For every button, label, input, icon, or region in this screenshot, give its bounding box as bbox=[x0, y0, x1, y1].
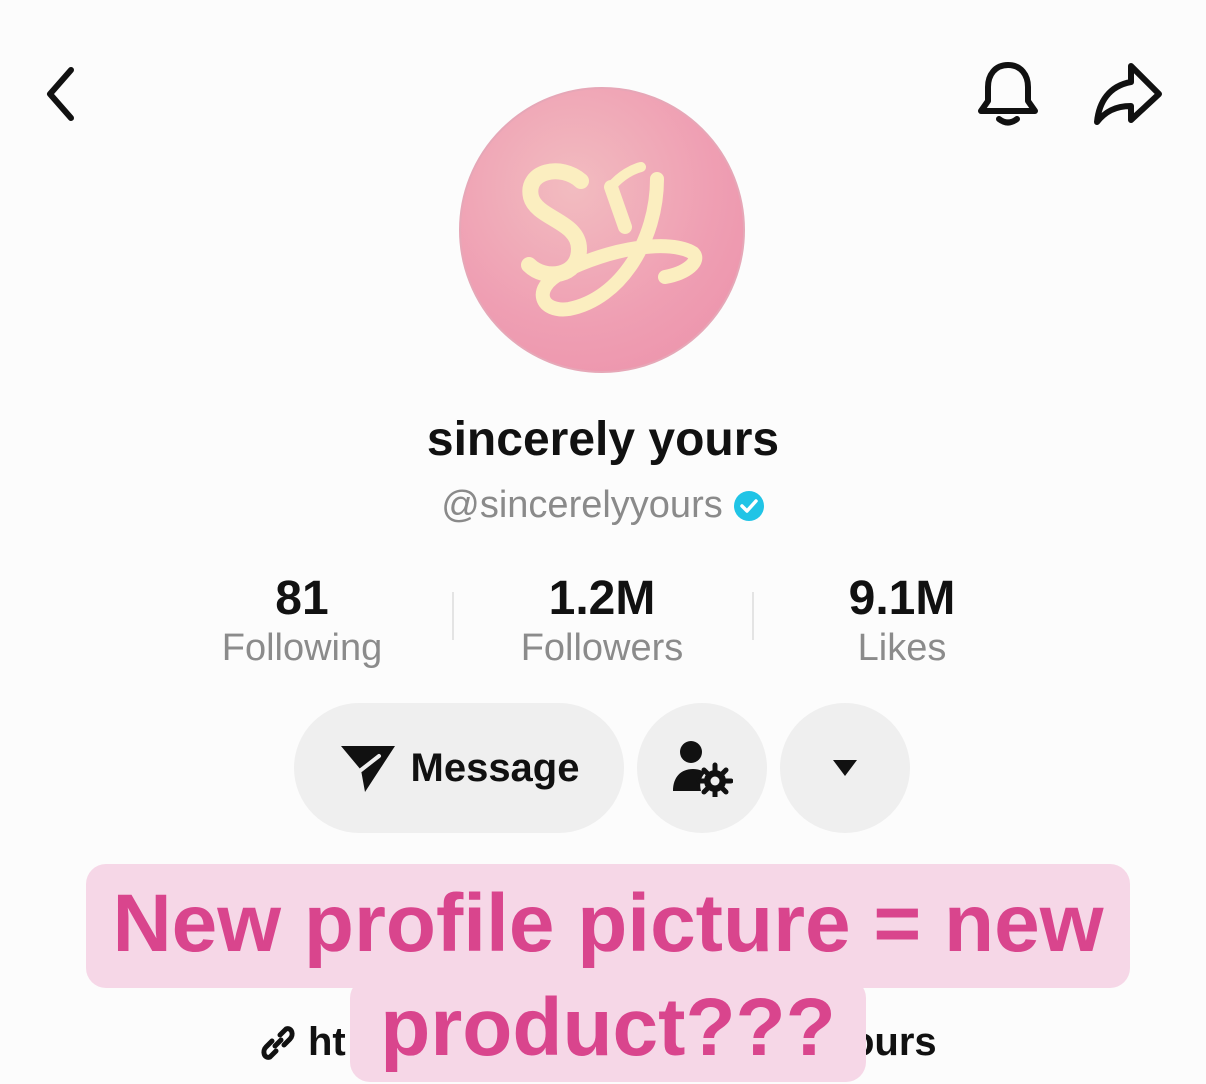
profile-page: sincerely yours @sincerelyyours 81 Follo… bbox=[0, 0, 1206, 1084]
stat-divider bbox=[452, 592, 454, 640]
overlay-caption: New profile picture = new product??? bbox=[86, 872, 1130, 1080]
sy-monogram-logo bbox=[521, 162, 703, 317]
share-button[interactable] bbox=[1090, 58, 1166, 130]
notifications-button[interactable] bbox=[974, 58, 1042, 130]
stat-value: 9.1M bbox=[848, 572, 956, 625]
user-gear-icon bbox=[673, 741, 733, 797]
stat-label: Likes bbox=[857, 627, 947, 669]
verified-badge-icon bbox=[733, 490, 764, 521]
message-button[interactable]: Message bbox=[294, 703, 624, 833]
back-button[interactable] bbox=[36, 62, 86, 126]
message-label: Message bbox=[410, 745, 580, 790]
stat-following[interactable]: 81 Following bbox=[182, 572, 422, 669]
share-arrow-icon bbox=[1094, 63, 1162, 125]
stat-label: Following bbox=[221, 627, 383, 669]
caption-line-1: New profile picture = new bbox=[112, 878, 1104, 969]
caret-down-icon bbox=[833, 760, 857, 776]
stat-followers[interactable]: 1.2M Followers bbox=[482, 572, 722, 669]
avatar[interactable] bbox=[459, 87, 745, 373]
handle-row: @sincerelyyours bbox=[0, 484, 1206, 527]
username-handle: @sincerelyyours bbox=[441, 484, 723, 526]
bell-icon bbox=[978, 62, 1038, 126]
stat-likes[interactable]: 9.1M Likes bbox=[782, 572, 1022, 669]
display-name: sincerely yours bbox=[426, 413, 780, 466]
caption-line-2: product??? bbox=[380, 982, 836, 1073]
stat-divider bbox=[752, 592, 754, 640]
stat-value: 1.2M bbox=[548, 572, 656, 625]
send-icon bbox=[340, 746, 395, 792]
stat-label: Followers bbox=[520, 627, 684, 669]
more-options-button[interactable] bbox=[780, 703, 910, 833]
chevron-left-icon bbox=[47, 67, 74, 121]
friend-settings-button[interactable] bbox=[637, 703, 767, 833]
stat-value: 81 bbox=[275, 572, 329, 625]
